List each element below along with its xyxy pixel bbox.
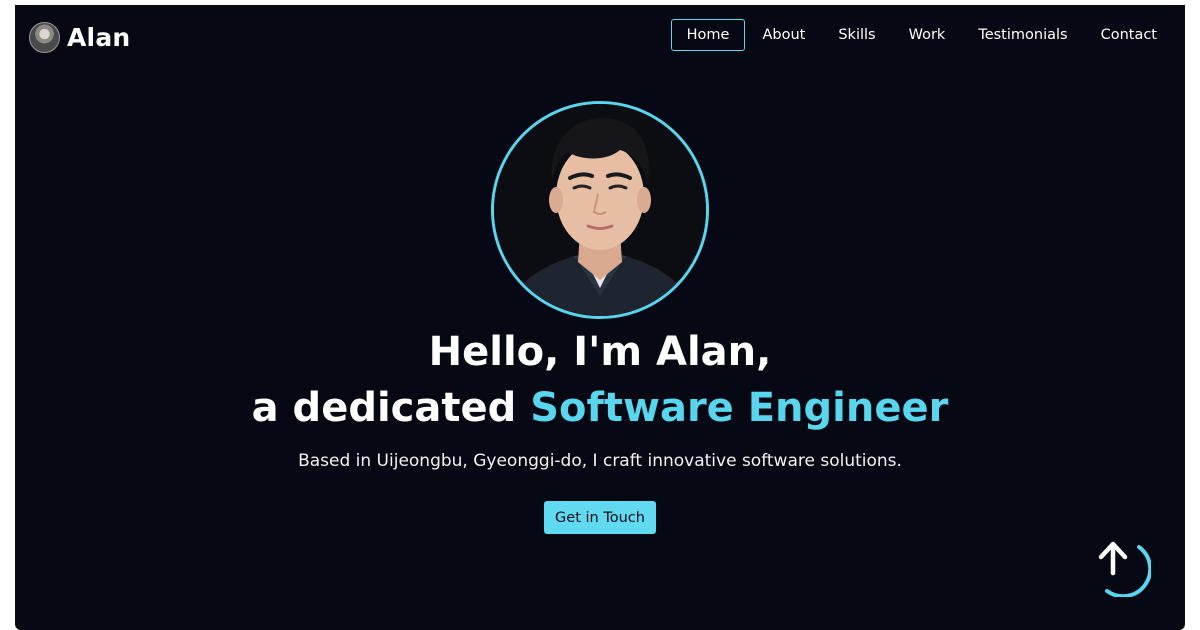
navbar: Alan Home About Skills Work Testimonials… (15, 5, 1185, 67)
nav-menu: Home About Skills Work Testimonials Cont… (670, 19, 1173, 51)
nav-item-skills[interactable]: Skills (822, 19, 891, 51)
hero-heading-line1: Hello, I'm Alan, (428, 329, 772, 375)
brand-name: Alan (67, 22, 131, 52)
nav-item-home[interactable]: Home (670, 19, 746, 51)
hero-tagline: Based in Uijeongbu, Gyeonggi-do, I craft… (298, 451, 902, 471)
hero-heading-prefix: a dedicated (251, 385, 531, 431)
nav-item-contact[interactable]: Contact (1085, 19, 1173, 51)
page-frame: Alan Home About Skills Work Testimonials… (0, 0, 1200, 630)
profile-photo (491, 101, 709, 319)
scroll-to-top-button[interactable] (1087, 533, 1153, 599)
hero-heading-accent: Software Engineer (530, 385, 949, 431)
hero-heading-line2: a dedicated Software Engineer (15, 381, 1185, 435)
get-in-touch-button[interactable]: Get in Touch (544, 501, 656, 534)
nav-item-testimonials[interactable]: Testimonials (962, 19, 1083, 51)
arrow-up-icon (1098, 541, 1153, 599)
brand[interactable]: Alan (29, 21, 130, 53)
site-window: Alan Home About Skills Work Testimonials… (15, 5, 1185, 630)
brand-avatar (29, 21, 60, 53)
nav-item-about[interactable]: About (746, 19, 821, 51)
nav-item-work[interactable]: Work (893, 19, 962, 51)
profile-portrait (494, 104, 706, 316)
